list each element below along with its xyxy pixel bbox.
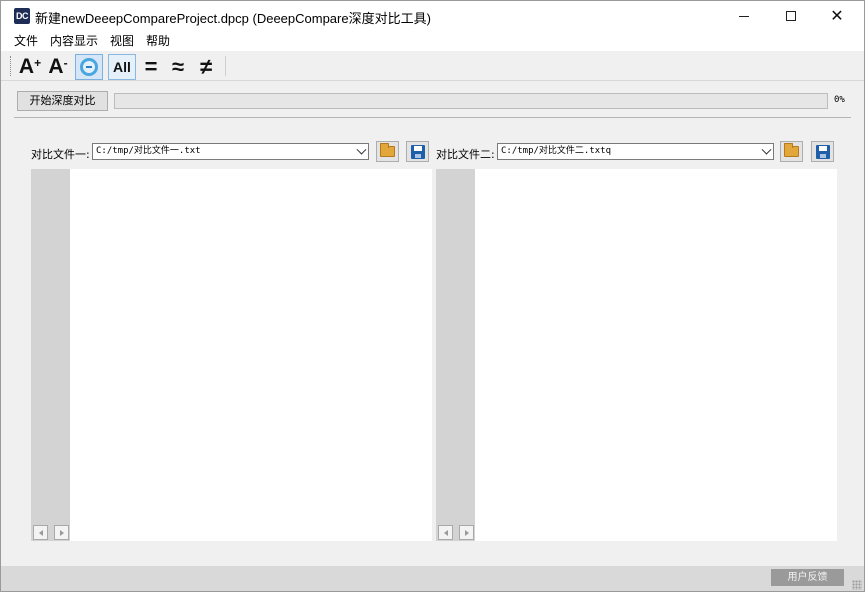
left-file-path: C:/tmp/对比文件一.txt bbox=[96, 146, 201, 156]
app-logo-icon: DC bbox=[14, 8, 30, 24]
font-decrease-button[interactable]: A- bbox=[46, 54, 70, 80]
font-decrease-label: A bbox=[48, 55, 64, 78]
maximize-icon bbox=[786, 11, 796, 21]
app-window: DC 新建newDeeepCompareProject.dpcp (DeeepC… bbox=[0, 0, 865, 592]
right-line-number-gutter bbox=[436, 169, 475, 541]
save-disk-icon bbox=[815, 144, 830, 159]
right-scroll-right-button[interactable] bbox=[459, 525, 474, 540]
toolbar-separator bbox=[225, 56, 226, 76]
toolbar-grip-icon[interactable] bbox=[10, 56, 13, 76]
progress-bar bbox=[114, 93, 828, 109]
menu-content-display[interactable]: 内容显示 bbox=[44, 31, 104, 51]
menu-view[interactable]: 视图 bbox=[104, 31, 140, 51]
arrow-left-icon bbox=[443, 529, 448, 536]
arrow-right-icon bbox=[464, 529, 469, 536]
show-different-button[interactable]: ≠ bbox=[195, 54, 217, 80]
right-open-button[interactable] bbox=[780, 141, 803, 162]
save-disk-icon bbox=[410, 144, 425, 159]
right-file-combo[interactable]: C:/tmp/对比文件二.txtq bbox=[497, 143, 774, 160]
toolbar: A + A- All = ≈ ≠ bbox=[1, 51, 864, 81]
menu-help[interactable]: 帮助 bbox=[140, 31, 176, 51]
close-icon: ✕ bbox=[830, 6, 844, 25]
left-file-label: 对比文件一: bbox=[31, 148, 90, 161]
right-text-area[interactable] bbox=[475, 169, 837, 541]
chevron-down-icon[interactable] bbox=[761, 144, 772, 155]
left-file-combo[interactable]: C:/tmp/对比文件一.txt bbox=[92, 143, 369, 160]
status-bar: 用户反馈 bbox=[1, 566, 864, 591]
sync-icon bbox=[80, 58, 98, 76]
right-file-label: 对比文件二: bbox=[436, 148, 495, 161]
start-compare-button[interactable]: 开始深度对比 bbox=[17, 91, 108, 111]
show-equal-button[interactable]: = bbox=[140, 54, 162, 80]
arrow-left-icon bbox=[38, 529, 43, 536]
divider bbox=[14, 117, 851, 118]
font-increase-button[interactable]: A + bbox=[18, 54, 42, 80]
left-editor[interactable] bbox=[31, 169, 432, 541]
left-scroll-left-button[interactable] bbox=[33, 525, 48, 540]
right-scroll-left-button[interactable] bbox=[438, 525, 453, 540]
font-increase-label: A bbox=[18, 55, 35, 78]
folder-open-icon bbox=[784, 143, 799, 157]
progress-percent: 0% bbox=[834, 95, 845, 105]
maximize-button[interactable] bbox=[768, 1, 814, 31]
minimize-icon bbox=[739, 15, 749, 17]
sync-scroll-button[interactable] bbox=[75, 54, 103, 80]
show-all-button[interactable]: All bbox=[108, 54, 136, 80]
show-similar-button[interactable]: ≈ bbox=[167, 54, 189, 80]
minimize-button[interactable] bbox=[721, 1, 767, 31]
left-save-button[interactable] bbox=[406, 141, 429, 162]
menu-bar: 文件 内容显示 视图 帮助 bbox=[1, 31, 864, 51]
right-file-path: C:/tmp/对比文件二.txtq bbox=[501, 146, 612, 156]
folder-open-icon bbox=[380, 143, 395, 157]
left-text-area[interactable] bbox=[70, 169, 432, 541]
font-increase-plus: + bbox=[34, 56, 42, 70]
close-button[interactable]: ✕ bbox=[814, 1, 860, 31]
resize-grip-icon[interactable] bbox=[852, 580, 862, 590]
left-line-number-gutter bbox=[31, 169, 70, 541]
right-editor[interactable] bbox=[436, 169, 837, 541]
title-bar[interactable]: DC 新建newDeeepCompareProject.dpcp (DeeepC… bbox=[1, 1, 864, 31]
right-save-button[interactable] bbox=[811, 141, 834, 162]
font-decrease-minus: - bbox=[63, 56, 68, 70]
left-open-button[interactable] bbox=[376, 141, 399, 162]
left-scroll-right-button[interactable] bbox=[54, 525, 69, 540]
chevron-down-icon[interactable] bbox=[356, 144, 367, 155]
feedback-button[interactable]: 用户反馈 bbox=[771, 569, 844, 586]
arrow-right-icon bbox=[59, 529, 64, 536]
menu-file[interactable]: 文件 bbox=[8, 31, 44, 51]
window-title: 新建newDeeepCompareProject.dpcp (DeeepComp… bbox=[35, 11, 431, 26]
